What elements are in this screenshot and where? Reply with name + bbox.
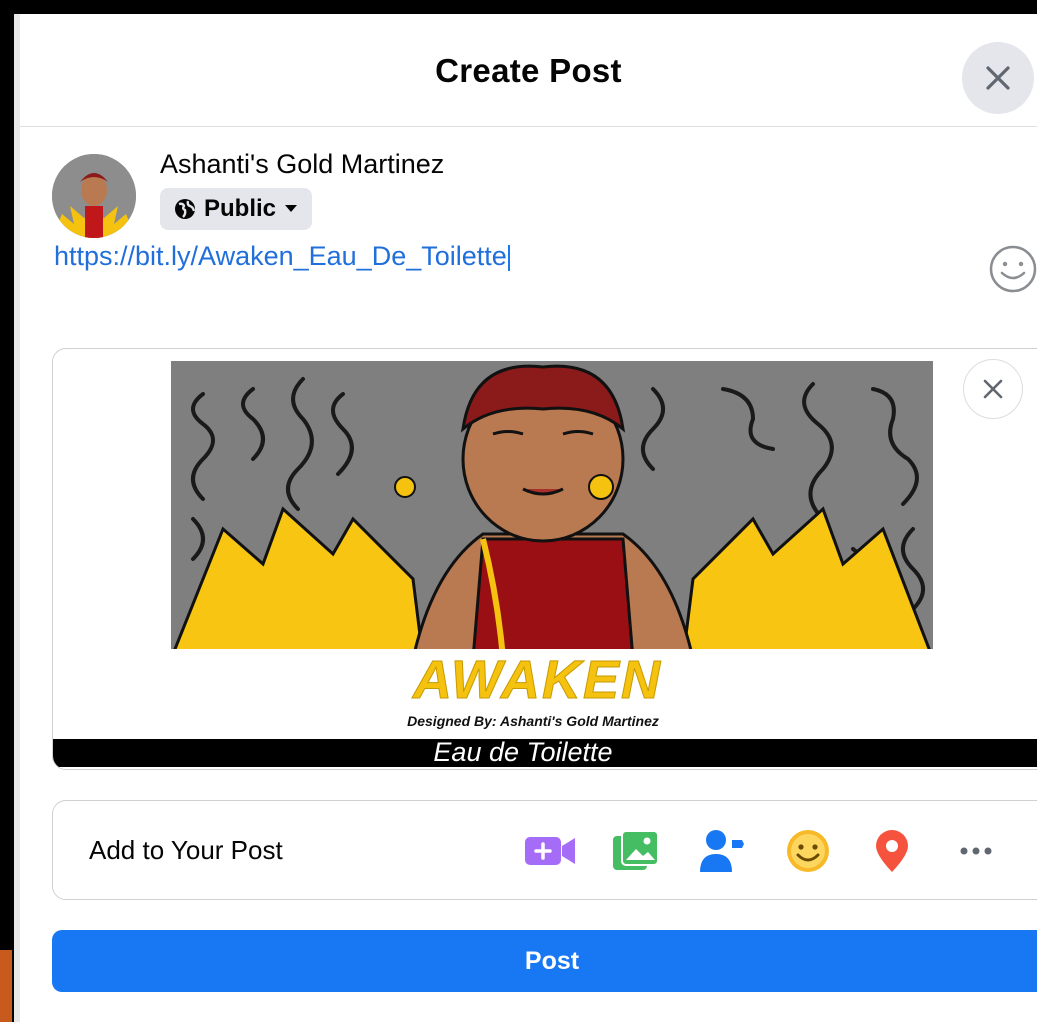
- close-icon: [983, 379, 1003, 399]
- preview-artwork: [171, 361, 933, 649]
- close-icon: [986, 66, 1010, 90]
- tag-people-icon: [700, 830, 744, 872]
- post-text-value: https://bit.ly/Awaken_Eau_De_Toilette: [54, 244, 507, 271]
- preview-product: Eau de Toilette: [433, 737, 613, 767]
- feeling-icon: [787, 830, 829, 872]
- location-icon: [876, 830, 908, 872]
- dialog-title: Create Post: [435, 52, 622, 89]
- photo-button[interactable]: [609, 827, 663, 875]
- live-video-button[interactable]: [523, 827, 577, 875]
- smile-icon: [989, 245, 1037, 293]
- audience-label: Public: [204, 195, 277, 222]
- create-post-dialog: Create Post Ashanti's Gold Martinez Publ…: [14, 14, 1037, 1022]
- remove-preview-button[interactable]: [963, 359, 1023, 419]
- photo-icon: [613, 830, 659, 870]
- dialog-header: Create Post: [20, 14, 1037, 127]
- avatar-image: [52, 154, 136, 238]
- add-to-post-label: Add to Your Post: [89, 835, 283, 865]
- author-name[interactable]: Ashanti's Gold Martinez: [160, 149, 444, 180]
- text-cursor: [507, 244, 510, 271]
- live-video-icon: [525, 837, 575, 865]
- post-text-input[interactable]: https://bit.ly/Awaken_Eau_De_Toilette: [54, 244, 510, 278]
- globe-icon: [175, 199, 196, 219]
- frame-accent: [0, 950, 12, 1022]
- add-to-post-bar: Add to Your Post: [52, 800, 1037, 900]
- caret-down-icon: [285, 205, 298, 212]
- location-button[interactable]: [865, 827, 919, 875]
- preview-designer: Designed By: Ashanti's Gold Martinez: [407, 713, 659, 729]
- tag-people-button[interactable]: [695, 827, 749, 875]
- feeling-button[interactable]: [781, 827, 835, 875]
- post-button[interactable]: Post: [52, 930, 1037, 992]
- avatar[interactable]: [52, 154, 136, 238]
- link-preview[interactable]: AWAKEN Designed By: Ashanti's Gold Marti…: [52, 348, 1037, 770]
- emoji-button[interactable]: [988, 244, 1037, 294]
- preview-brand-title: AWAKEN: [412, 650, 663, 711]
- more-options-button[interactable]: [949, 827, 1003, 875]
- close-button[interactable]: [962, 42, 1034, 114]
- more-icon: [960, 847, 992, 855]
- audience-selector[interactable]: Public: [160, 188, 313, 230]
